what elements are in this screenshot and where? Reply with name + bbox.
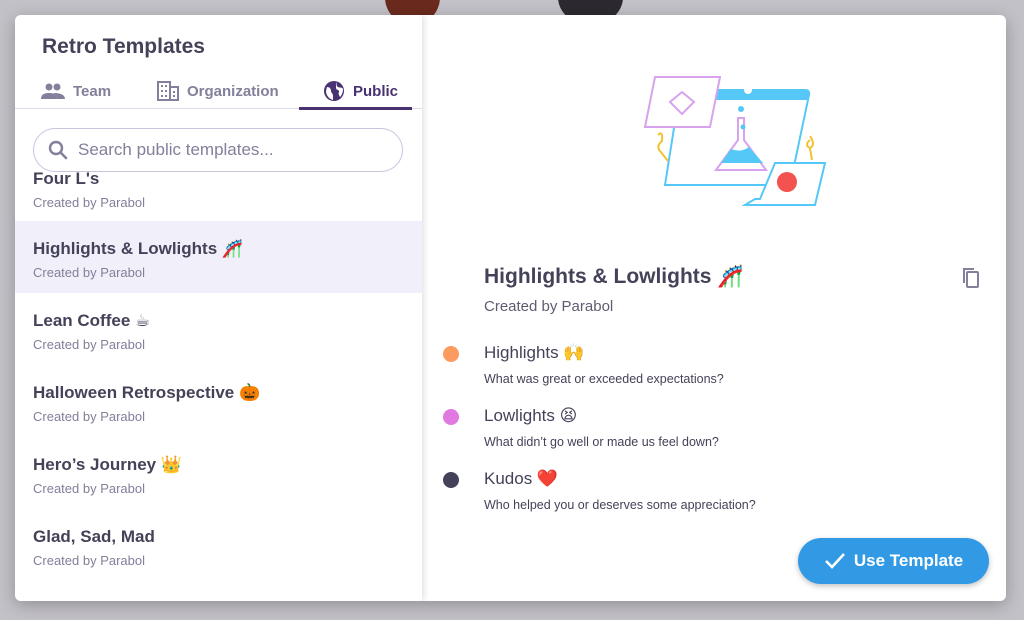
tab-label: Public xyxy=(353,82,399,100)
modal-title: Retro Templates xyxy=(42,35,205,58)
prompt-color-dot xyxy=(443,346,459,362)
prompt-description: What was great or exceeded expectations? xyxy=(484,372,724,386)
template-list-item[interactable]: Four L's Created by Parabol xyxy=(15,165,422,221)
search-field[interactable] xyxy=(33,128,403,172)
search-input[interactable] xyxy=(78,140,378,160)
template-list-item[interactable]: Halloween Retrospective 🎃 Created by Para… xyxy=(15,365,422,437)
prompt-description: What didn’t go well or made us feel down… xyxy=(484,435,719,449)
scope-tabs: Team Organization Public xyxy=(15,73,422,110)
tab-label: Team xyxy=(73,82,112,100)
template-name: Glad, Sad, Mad xyxy=(33,527,155,546)
template-list-item[interactable]: Hero’s Journey 👑 Created by Parabol xyxy=(15,437,422,509)
prompt-color-dot xyxy=(443,409,459,425)
template-name: Hero’s Journey 👑 xyxy=(33,455,183,474)
retro-templates-modal: Retro Templates Team Organization Public… xyxy=(15,15,1006,601)
template-name: Halloween Retrospective 🎃 xyxy=(33,383,261,402)
prompt-name: Highlights 🙌 xyxy=(484,343,585,362)
prompt-name: Lowlights 😫 xyxy=(484,406,578,425)
template-creator: Created by Parabol xyxy=(33,337,146,352)
template-list-item-selected[interactable]: Highlights & Lowlights 🎢 Created by Parab… xyxy=(15,221,422,293)
template-list-item[interactable]: Glad, Sad, Mad Created by Parabol xyxy=(15,509,422,581)
people-icon xyxy=(41,83,65,99)
template-creator: Created by Parabol xyxy=(33,265,146,280)
tab-team[interactable]: Team xyxy=(41,73,111,109)
building-icon xyxy=(157,81,179,101)
template-list-panel: Retro Templates Team Organization Public… xyxy=(15,15,422,601)
prompt-description: Who helped you or deserves some apprecia… xyxy=(484,498,756,512)
template-creator: Created by Parabol xyxy=(484,298,614,315)
tab-label: Organization xyxy=(187,82,279,100)
tab-public[interactable]: Public xyxy=(298,73,413,110)
template-creator: Created by Parabol xyxy=(33,481,146,496)
globe-icon xyxy=(324,81,344,101)
tab-organization[interactable]: Organization xyxy=(157,73,279,109)
template-name: Highlights & Lowlights 🎢 xyxy=(33,239,244,258)
template-list-item[interactable]: Lean Coffee ☕ Created by Parabol xyxy=(15,293,422,365)
use-template-button[interactable]: Use Template xyxy=(798,538,989,584)
prompt-name: Kudos ❤️ xyxy=(484,469,559,488)
use-template-label: Use Template xyxy=(853,551,964,570)
template-list: Four L's Created by Parabol Highlights & … xyxy=(15,165,422,601)
template-name: Lean Coffee ☕ xyxy=(33,311,151,330)
template-creator: Created by Parabol xyxy=(33,553,146,568)
prompt-color-dot xyxy=(443,472,459,488)
template-title: Highlights & Lowlights 🎢 xyxy=(484,265,744,288)
template-creator: Created by Parabol xyxy=(33,409,146,424)
search-icon xyxy=(48,140,68,160)
template-name: Four L's xyxy=(33,169,100,188)
template-illustration xyxy=(643,76,827,206)
copy-icon[interactable] xyxy=(961,267,981,289)
template-creator: Created by Parabol xyxy=(33,195,146,210)
check-icon xyxy=(824,553,845,569)
